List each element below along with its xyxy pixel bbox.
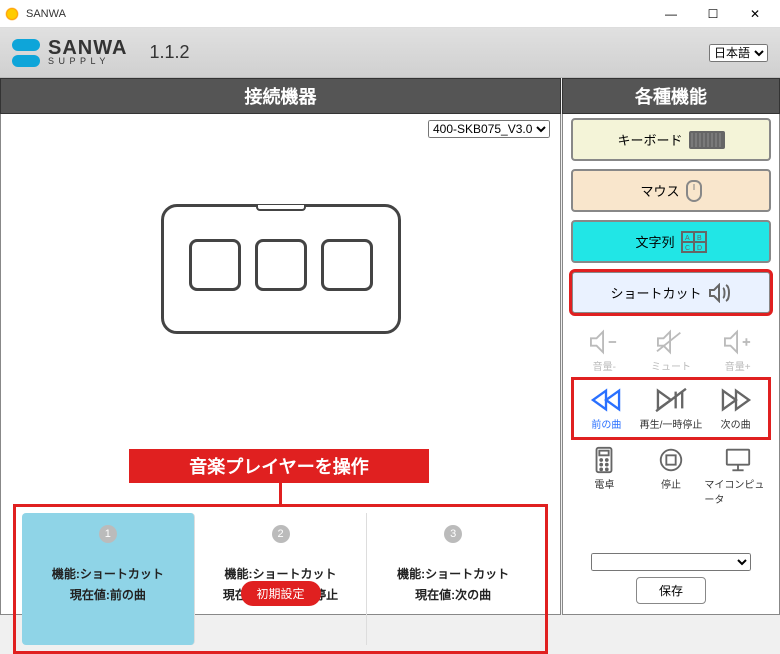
section-title-functions: 各種機能	[562, 78, 780, 114]
annotation-label: 音楽プレイヤーを操作	[129, 449, 429, 483]
device-graphic	[161, 204, 401, 334]
device-key-3[interactable]	[321, 239, 373, 291]
stop-icon	[652, 446, 690, 474]
device-key-1[interactable]	[189, 239, 241, 291]
category-mouse-label: マウス	[640, 181, 679, 200]
device-panel: 400-SKB075_V3.0 音楽プレイヤーを操作 1 機能:ショートカット …	[0, 114, 561, 615]
annotation-connector	[279, 483, 282, 505]
computer-icon	[719, 446, 757, 474]
play-pause-icon	[652, 386, 690, 414]
category-keyboard[interactable]: キーボード	[571, 118, 771, 161]
minimize-button[interactable]: —	[650, 0, 692, 28]
mute-icon	[652, 328, 690, 356]
volume-down-icon	[585, 328, 623, 356]
shortcut-vol-up-label: 音量+	[725, 358, 751, 373]
slot-3-function: 機能:ショートカット	[397, 565, 509, 582]
slot-1-badge: 1	[99, 525, 117, 543]
slot-2-badge: 2	[272, 525, 290, 543]
svg-text:A: A	[685, 235, 690, 242]
calculator-icon	[585, 446, 623, 474]
shortcut-play[interactable]: 再生/一時停止	[639, 382, 704, 435]
window-titlebar: SANWA — ☐ ✕	[0, 0, 780, 28]
slot-1-value: 現在値:前の曲	[70, 586, 146, 603]
app-header: SANWA SUPPLY 1.1.2 日本語	[0, 28, 780, 78]
app-icon	[4, 6, 20, 22]
grid-icon: ABCD	[681, 231, 707, 253]
maximize-button[interactable]: ☐	[692, 0, 734, 28]
side-dropdown[interactable]	[591, 553, 751, 571]
category-shortcut-label: ショートカット	[610, 283, 701, 302]
shortcut-computer-label: マイコンピュータ	[704, 476, 771, 506]
shortcut-mute[interactable]: ミュート	[638, 324, 705, 377]
slot-2-function: 機能:ショートカット	[225, 565, 337, 582]
window-title: SANWA	[26, 8, 650, 20]
logo: SANWA SUPPLY	[12, 39, 127, 67]
shortcut-computer[interactable]: マイコンピュータ	[704, 442, 771, 510]
reset-button[interactable]: 初期設定	[240, 581, 320, 606]
slot-2[interactable]: 2 機能:ショートカット 現在値:再生/一時停止	[195, 513, 368, 645]
media-controls-row: 前の曲 再生/一時停止 次の曲	[571, 377, 771, 440]
category-shortcut[interactable]: ショートカット	[571, 271, 771, 314]
slot-3-badge: 3	[444, 525, 462, 543]
svg-text:B: B	[697, 235, 702, 242]
device-select[interactable]: 400-SKB075_V3.0	[428, 120, 550, 138]
slots-frame: 1 機能:ショートカット 現在値:前の曲 2 機能:ショートカット 現在値:再生…	[13, 504, 548, 654]
section-title-devices: 接続機器	[0, 78, 561, 114]
shortcut-vol-down[interactable]: 音量-	[571, 324, 638, 377]
brand-name: SANWA	[48, 39, 127, 57]
shortcut-stop[interactable]: 停止	[638, 442, 705, 510]
version-label: 1.1.2	[149, 42, 189, 63]
shortcut-calc-label: 電卓	[594, 476, 614, 491]
next-icon	[717, 386, 755, 414]
category-string-label: 文字列	[635, 232, 674, 251]
save-button[interactable]: 保存	[636, 577, 706, 604]
language-select[interactable]: 日本語	[709, 44, 768, 62]
shortcut-vol-down-label: 音量-	[593, 358, 616, 373]
svg-text:C: C	[685, 245, 690, 252]
category-string[interactable]: 文字列 ABCD	[571, 220, 771, 263]
slot-3[interactable]: 3 機能:ショートカット 現在値:次の曲	[367, 513, 539, 645]
slot-3-value: 現在値:次の曲	[415, 586, 491, 603]
device-key-2[interactable]	[255, 239, 307, 291]
shortcut-next[interactable]: 次の曲	[703, 382, 768, 435]
logo-mark	[12, 39, 40, 67]
shortcut-calc[interactable]: 電卓	[571, 442, 638, 510]
shortcut-next-label: 次の曲	[721, 416, 751, 431]
keyboard-icon	[689, 131, 725, 149]
shortcut-vol-up[interactable]: 音量+	[704, 324, 771, 377]
shortcut-play-label: 再生/一時停止	[640, 416, 703, 431]
shortcut-stop-label: 停止	[661, 476, 681, 491]
category-mouse[interactable]: マウス	[571, 169, 771, 212]
prev-icon	[587, 386, 625, 414]
functions-panel: キーボード マウス 文字列 ABCD ショートカット 音量- ミュート	[562, 114, 780, 615]
slot-1-function: 機能:ショートカット	[52, 565, 164, 582]
shortcut-prev[interactable]: 前の曲	[574, 382, 639, 435]
mouse-icon	[686, 180, 702, 202]
slot-1[interactable]: 1 機能:ショートカット 現在値:前の曲	[22, 513, 195, 645]
shortcut-mute-label: ミュート	[651, 358, 691, 373]
shortcut-prev-label: 前の曲	[591, 416, 621, 431]
category-keyboard-label: キーボード	[617, 130, 682, 149]
svg-text:D: D	[697, 245, 702, 252]
close-button[interactable]: ✕	[734, 0, 776, 28]
volume-up-icon	[719, 328, 757, 356]
speaker-icon	[708, 283, 732, 303]
